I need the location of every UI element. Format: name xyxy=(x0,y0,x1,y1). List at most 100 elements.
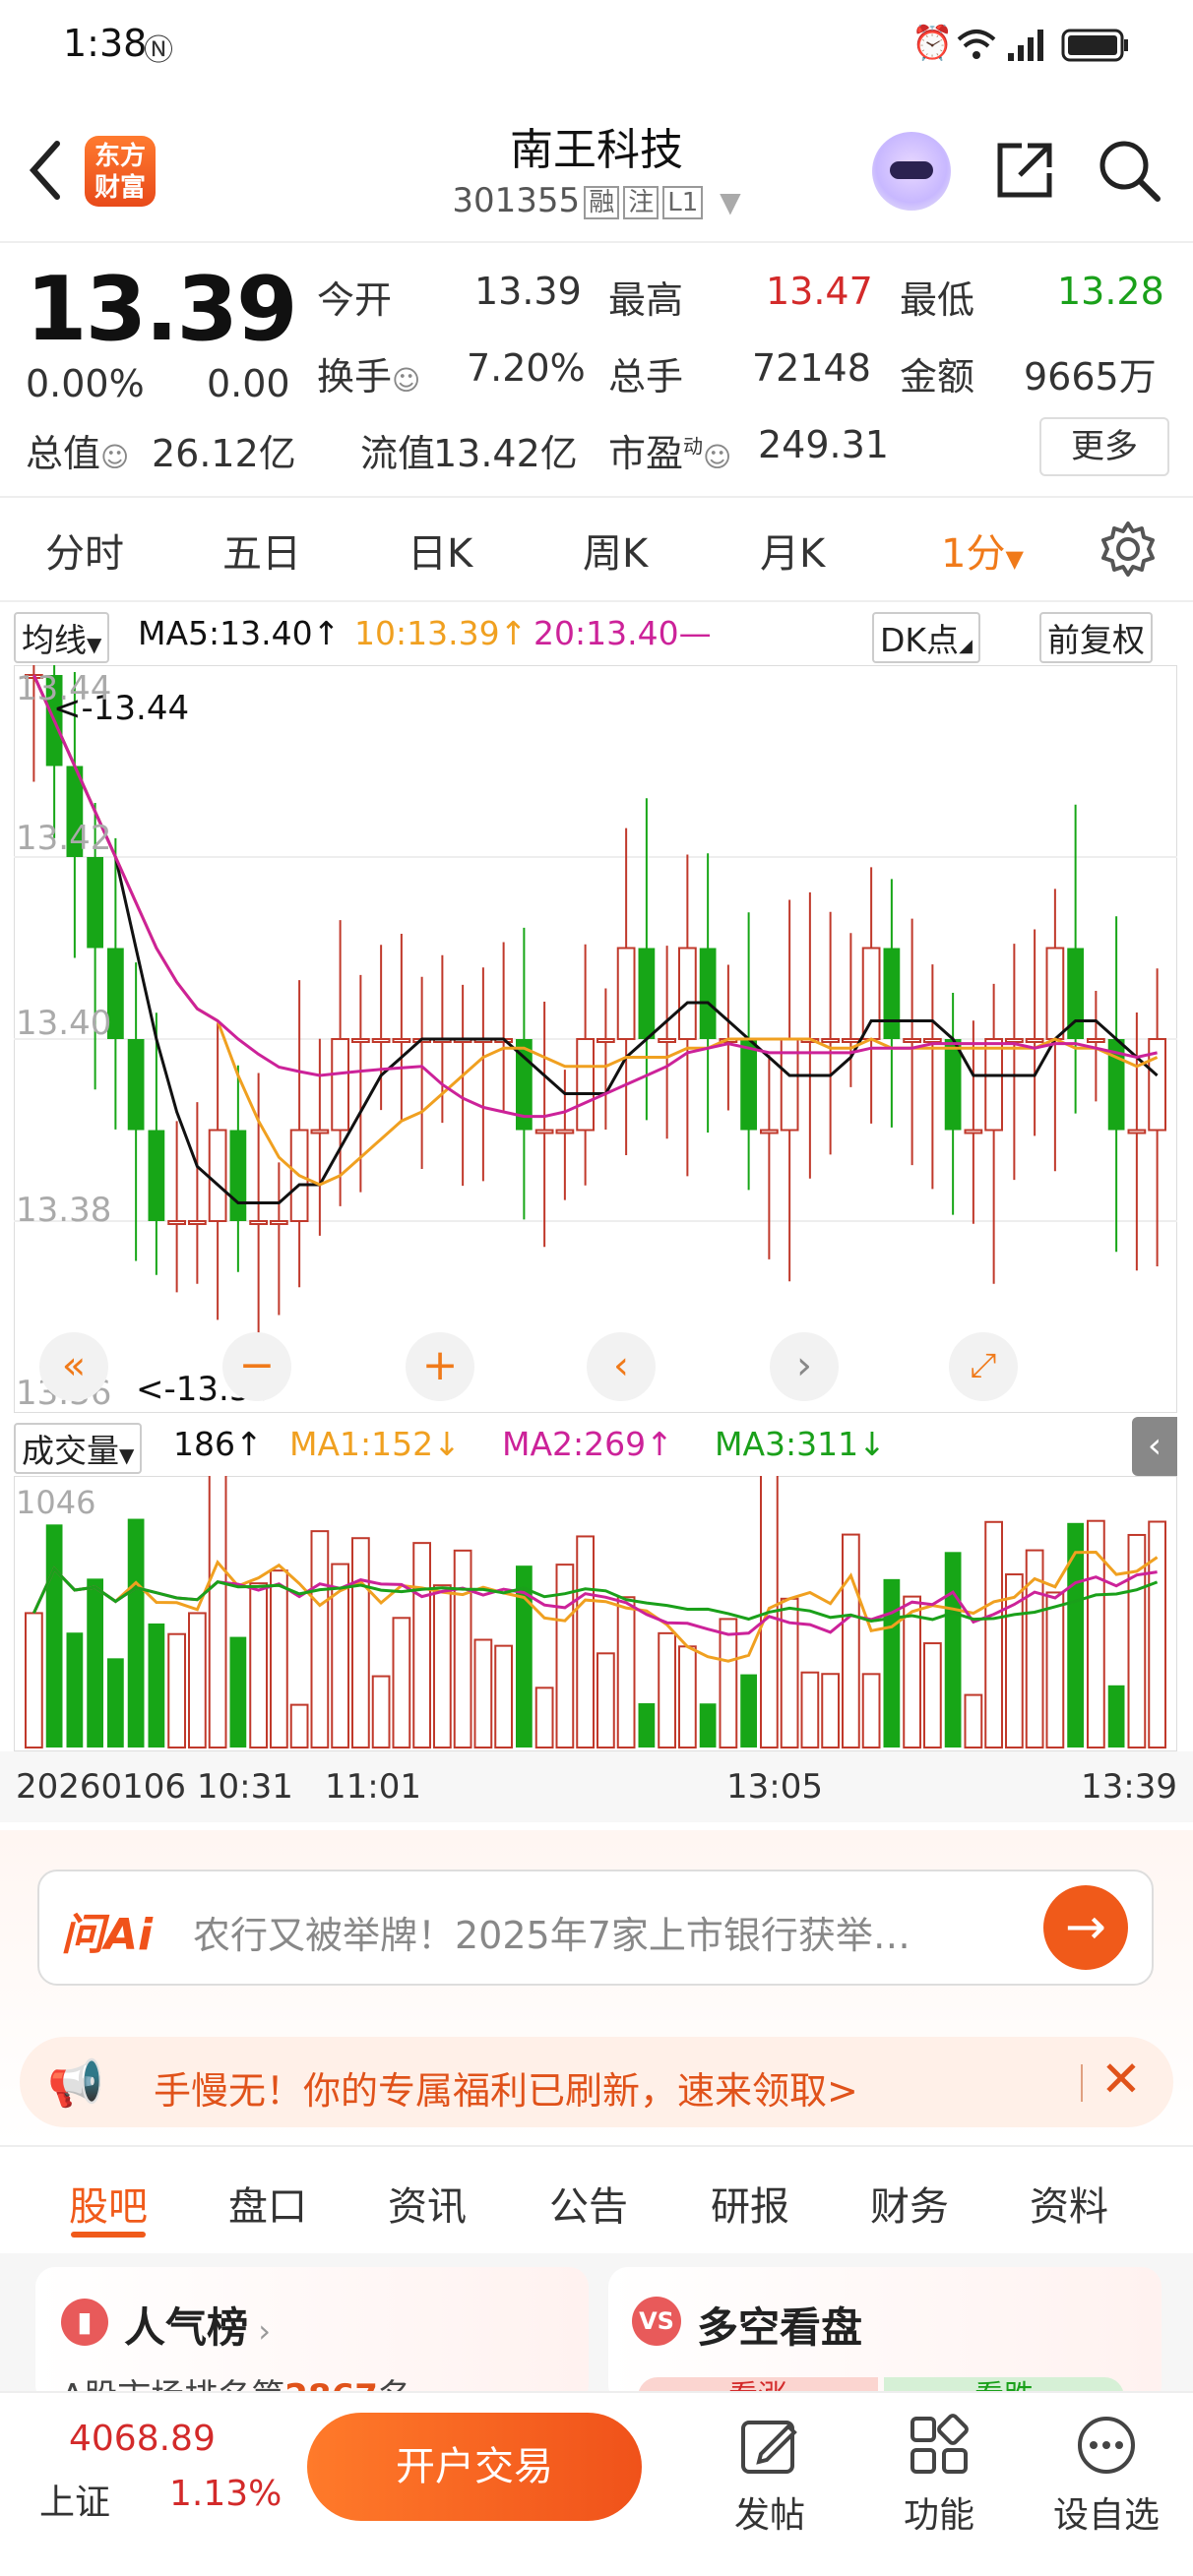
fullscreen-button[interactable]: ⤢ xyxy=(949,1332,1018,1401)
popularity-card[interactable]: ▮ 人气榜 › A股市场排名第2867名 xyxy=(35,2267,589,2417)
candle-body xyxy=(534,1129,554,1135)
close-icon[interactable]: ✕ xyxy=(1100,2051,1142,2108)
info-icon: ☺ xyxy=(703,441,732,473)
dk-point-toggle[interactable]: DK点◢ xyxy=(872,612,980,663)
battery-icon xyxy=(1061,29,1128,62)
nav-functions[interactable]: 功能 xyxy=(880,2413,998,2538)
volume-selector[interactable]: 成交量▼ xyxy=(14,1423,143,1474)
tab-news[interactable]: 资讯 xyxy=(388,2175,467,2232)
search-icon[interactable] xyxy=(1097,138,1162,203)
gear-icon[interactable] xyxy=(1099,520,1158,579)
time-label: 13:39 xyxy=(1081,1767,1177,1807)
tab-finance[interactable]: 财务 xyxy=(870,2175,949,2232)
tab-five-day[interactable]: 五日 xyxy=(222,521,301,579)
label-float-cap: 流值 xyxy=(360,432,436,475)
tab-guba[interactable]: 股吧 xyxy=(69,2175,148,2232)
ma-selector[interactable]: 均线▼ xyxy=(14,612,110,663)
tab-intraday[interactable]: 分时 xyxy=(45,521,124,579)
candlestick-chart[interactable] xyxy=(14,665,1177,1413)
value-volume: 72148 xyxy=(752,346,871,390)
tab-monthly-k[interactable]: 月K xyxy=(760,521,825,579)
volume-bar xyxy=(964,1693,983,1748)
alarm-icon: ⏰ xyxy=(911,24,954,63)
index-value: 4068.89 xyxy=(69,2419,216,2459)
ai-assistant-bar[interactable]: 问Ai 农行又被举牌！2025年7家上市银行获举… → xyxy=(37,1870,1154,1986)
nav-post[interactable]: 发帖 xyxy=(711,2413,829,2538)
tab-one-minute[interactable]: 1分▼ xyxy=(941,521,1024,579)
candle-body xyxy=(208,1129,227,1222)
volume-bar xyxy=(167,1632,186,1748)
volume-chart[interactable] xyxy=(14,1476,1177,1751)
chevron-down-icon: ▼ xyxy=(720,186,741,218)
signal-icon xyxy=(1008,30,1043,61)
chevron-left-button[interactable]: ‹ xyxy=(587,1332,656,1401)
zoom-in-button[interactable]: + xyxy=(406,1332,474,1401)
tab-announcements[interactable]: 公告 xyxy=(549,2175,628,2232)
bull-bear-card[interactable]: VS 多空看盘 看涨 看跌 xyxy=(608,2267,1162,2417)
tab-weekly-k[interactable]: 周K xyxy=(583,521,648,579)
volume-bar xyxy=(576,1535,595,1748)
tag-margin: 融 xyxy=(584,185,620,219)
candle-body xyxy=(555,1129,575,1135)
rewind-button[interactable]: « xyxy=(39,1332,108,1401)
pe-dynamic-mark: 动 xyxy=(683,434,704,459)
wifi-icon xyxy=(957,30,996,59)
tab-pankou[interactable]: 盘口 xyxy=(228,2175,307,2232)
label-turnover[interactable]: 换手☺ xyxy=(317,346,420,400)
candle-body xyxy=(87,857,103,949)
volume-bar xyxy=(1148,1520,1166,1748)
volume-bar xyxy=(25,1612,43,1748)
volume-bar xyxy=(842,1533,860,1748)
ma5-label: MA5:13.40↑ xyxy=(138,614,341,652)
ai-prompt-text: 农行又被举牌！2025年7家上市银行获举… xyxy=(193,1914,910,1957)
candle-body xyxy=(188,1220,207,1225)
volume-bar xyxy=(638,1703,656,1748)
volume-max-label: 1046 xyxy=(16,1484,96,1521)
bar-chart-icon: ▮ xyxy=(61,2299,108,2346)
value-high: 13.47 xyxy=(766,270,873,313)
status-bar: 1:38 Ⓝ ⏰ xyxy=(0,0,1193,98)
volume-bar xyxy=(371,1675,391,1748)
label-volume: 总手 xyxy=(608,355,684,399)
tab-profile[interactable]: 资料 xyxy=(1030,2175,1108,2232)
divider xyxy=(0,2145,1193,2147)
chevron-right-icon: › xyxy=(248,2312,271,2350)
tab-research[interactable]: 研报 xyxy=(711,2175,789,2232)
volume-bar xyxy=(596,1652,615,1748)
zoom-out-button[interactable]: − xyxy=(222,1332,291,1401)
volume-bar xyxy=(127,1518,145,1748)
candle-body xyxy=(740,1039,757,1131)
candle-body xyxy=(903,1038,921,1043)
assistant-avatar[interactable] xyxy=(872,132,951,211)
ma10-label: 10:13.39↑ xyxy=(354,614,528,652)
bull-bear-title: 多空看盘 xyxy=(697,2303,863,2352)
divider xyxy=(0,600,1193,602)
tab-daily-k[interactable]: 日K xyxy=(408,521,472,579)
promo-banner[interactable]: 📢 手慢无！你的专属福利已刷新，速来领取> ✕ xyxy=(20,2037,1173,2127)
volume-bar xyxy=(1045,1591,1065,1748)
volume-ma3: MA3:311↓ xyxy=(715,1425,886,1463)
time-label: 11:01 xyxy=(325,1767,421,1807)
info-icon: ☺ xyxy=(100,441,130,473)
change-amount: 0.00 xyxy=(207,362,290,405)
label-low: 最低 xyxy=(900,278,975,322)
candle-body xyxy=(167,1220,186,1225)
arrow-right-icon[interactable]: → xyxy=(1043,1885,1128,1970)
label-market-cap[interactable]: 总值☺ xyxy=(26,423,129,477)
chevron-right-button[interactable]: › xyxy=(770,1332,839,1401)
collapse-panel-button[interactable]: ‹ xyxy=(1132,1417,1177,1476)
candle-body xyxy=(944,1039,962,1131)
value-low: 13.28 xyxy=(1057,270,1164,313)
volume-bar xyxy=(821,1673,840,1748)
adjust-selector[interactable]: 前复权 xyxy=(1039,612,1153,663)
label-pe[interactable]: 市盈动☺ xyxy=(608,423,731,477)
volume-bar xyxy=(494,1644,513,1748)
candle-body xyxy=(310,1129,330,1135)
nav-add-watchlist[interactable]: 设自选 xyxy=(1047,2413,1165,2538)
more-button[interactable]: 更多 xyxy=(1039,417,1169,476)
candle-body xyxy=(923,1038,942,1043)
nfc-icon: Ⓝ xyxy=(144,33,173,68)
share-icon[interactable] xyxy=(992,138,1057,203)
open-account-button[interactable]: 开户交易 xyxy=(307,2413,642,2521)
candle-body xyxy=(964,1129,983,1135)
